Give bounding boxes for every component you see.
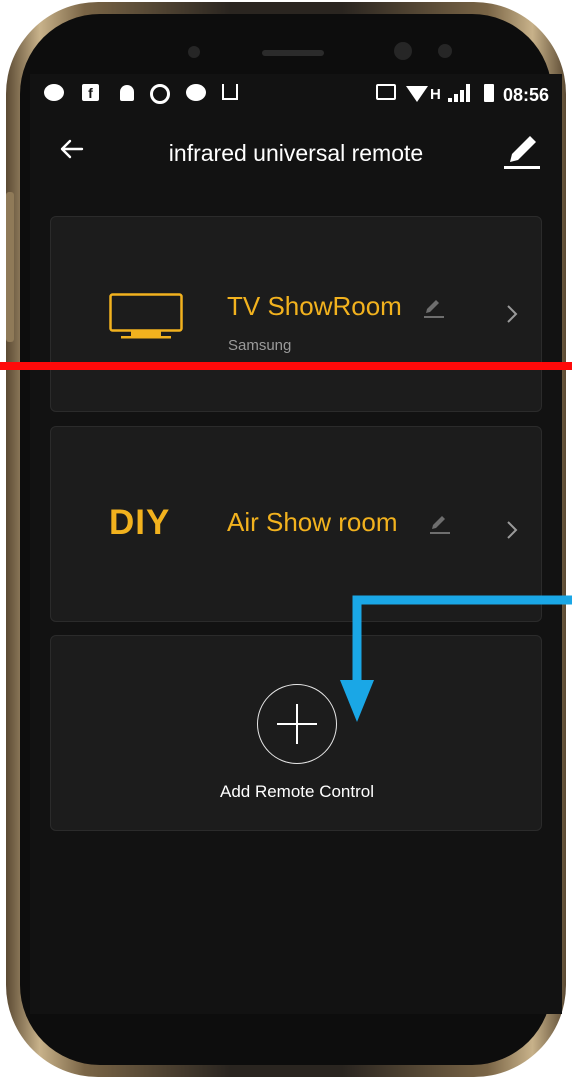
earpiece-speaker bbox=[262, 50, 324, 56]
side-button bbox=[6, 192, 14, 342]
diy-icon: DIY bbox=[109, 503, 171, 542]
status-bar: f H 08:56 bbox=[30, 74, 562, 116]
add-remote-card[interactable]: Add Remote Control bbox=[50, 635, 542, 831]
pencil-icon[interactable] bbox=[500, 132, 542, 172]
add-remote-label: Add Remote Control bbox=[219, 782, 375, 801]
chevron-right-icon bbox=[507, 521, 518, 539]
app-screen: f H 08:56 infrared universal remote TV S… bbox=[30, 74, 562, 1014]
sensor-icon bbox=[188, 46, 200, 58]
share-icon bbox=[222, 84, 238, 100]
line-icon bbox=[44, 84, 64, 101]
line-icon bbox=[186, 84, 206, 101]
battery-icon bbox=[484, 84, 494, 102]
network-type: H bbox=[430, 86, 441, 103]
rename-pencil-icon[interactable] bbox=[429, 513, 451, 535]
front-camera-icon bbox=[394, 42, 412, 60]
add-plus-icon[interactable] bbox=[257, 684, 337, 764]
cast-icon bbox=[376, 84, 396, 100]
page-title: infrared universal remote bbox=[168, 140, 424, 166]
annotation-red-line bbox=[0, 362, 572, 370]
remote-card-air-showroom[interactable]: DIY Air Show room bbox=[50, 426, 542, 622]
remote-name: Air Show room bbox=[227, 507, 398, 537]
clock: 08:56 bbox=[503, 85, 550, 105]
remote-brand: Samsung bbox=[228, 337, 292, 354]
app-bar: infrared universal remote bbox=[30, 116, 562, 188]
remote-card-tv-showroom[interactable]: TV ShowRoom Samsung bbox=[50, 216, 542, 412]
proximity-sensor-icon bbox=[438, 44, 452, 58]
signal-icon bbox=[448, 84, 472, 102]
remote-name: TV ShowRoom bbox=[227, 291, 402, 321]
bell-icon bbox=[120, 85, 134, 101]
rename-pencil-icon[interactable] bbox=[423, 297, 445, 319]
chevron-right-icon bbox=[507, 305, 518, 323]
tv-icon bbox=[109, 293, 183, 339]
facebook-icon: f bbox=[82, 84, 99, 101]
aperture-icon bbox=[150, 84, 170, 104]
wifi-icon bbox=[406, 86, 428, 102]
